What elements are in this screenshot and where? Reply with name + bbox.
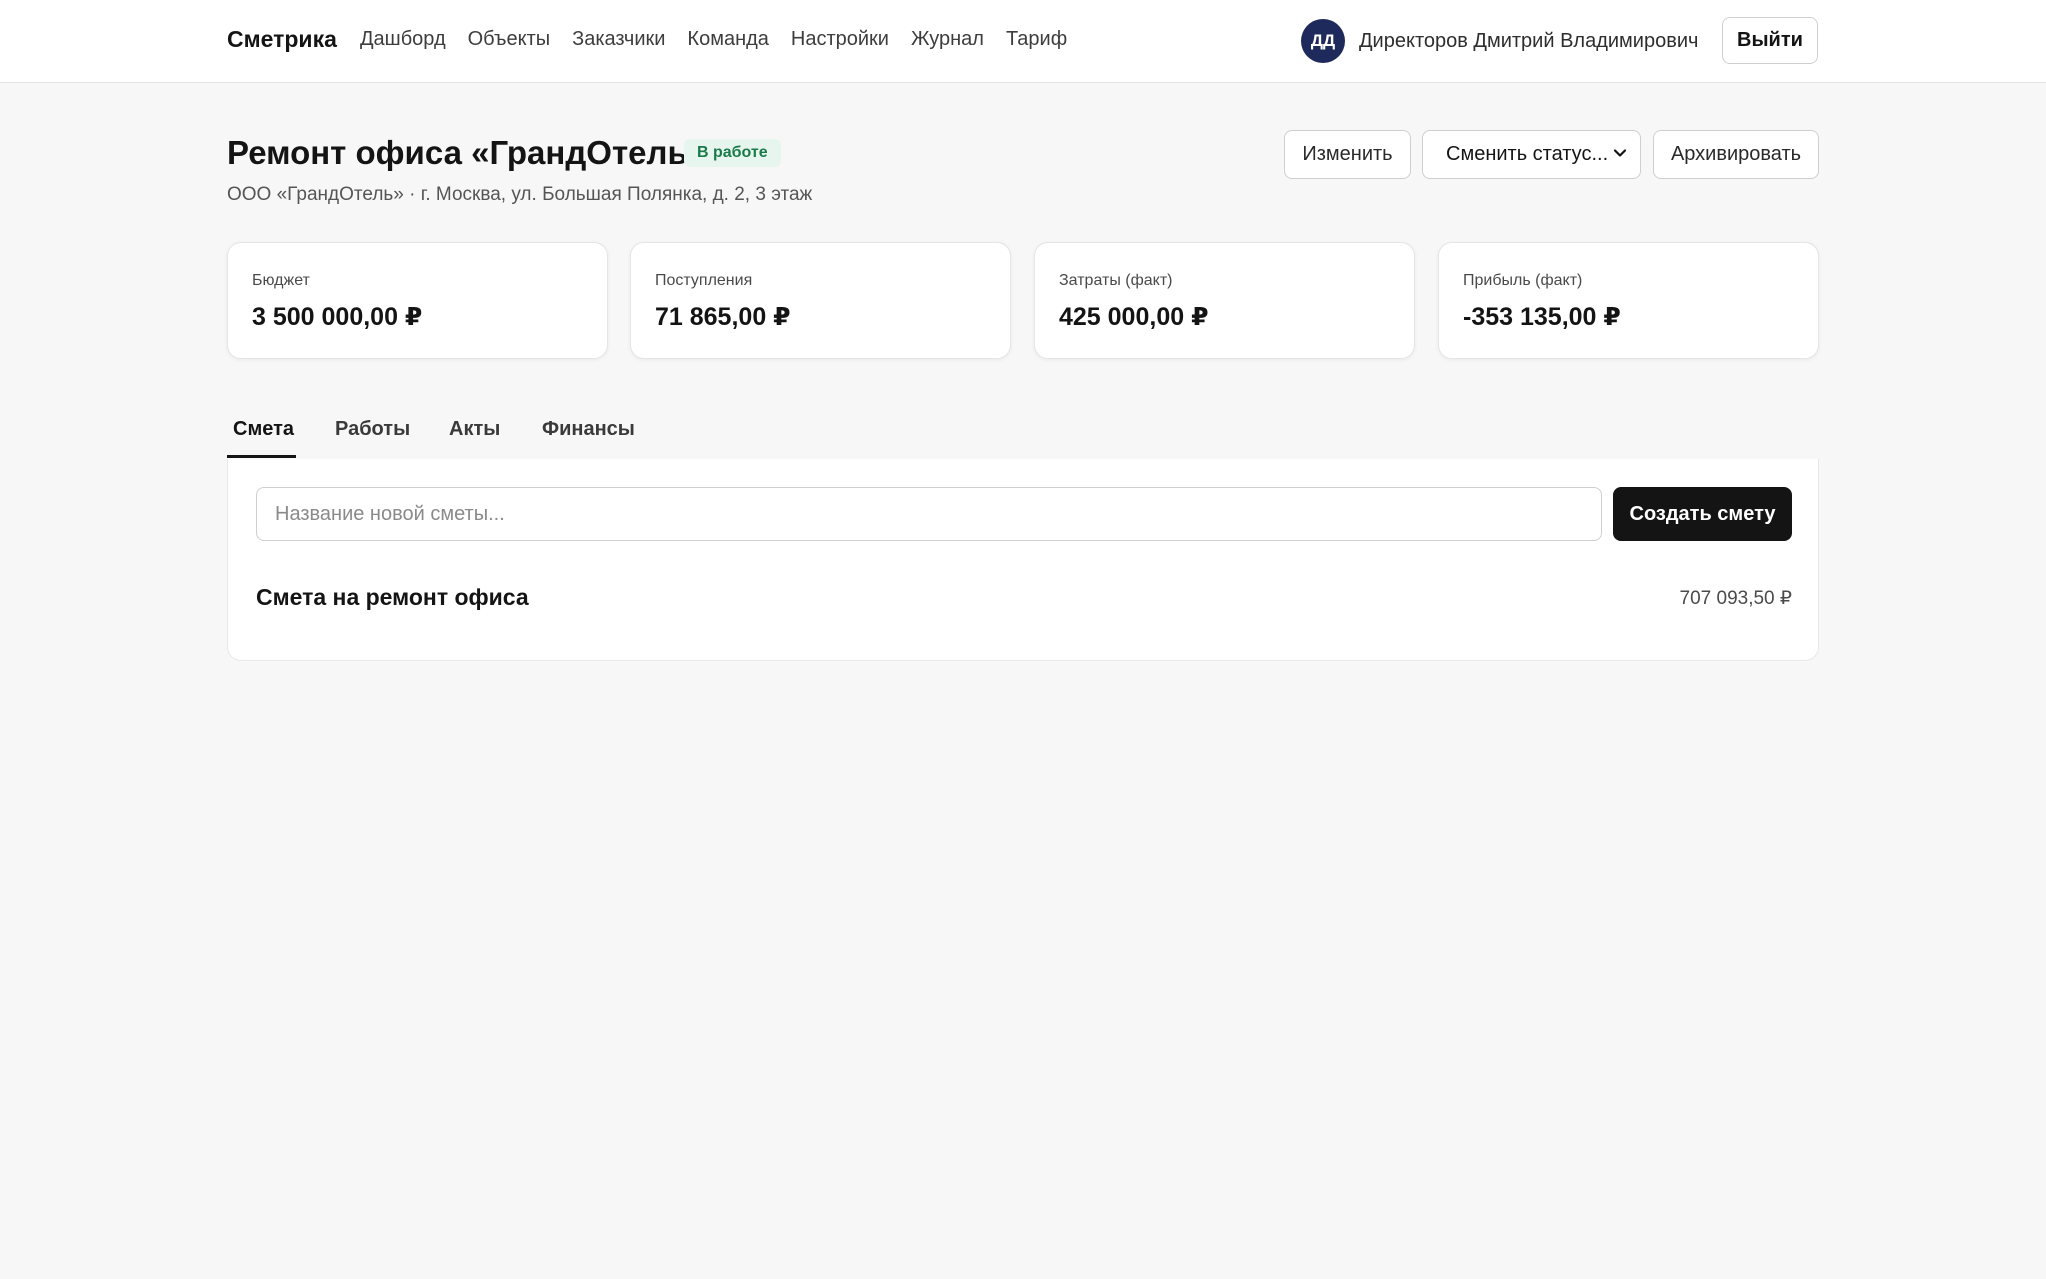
object-subtitle: ООО «ГрандОтель» · г. Москва, ул. Больша… (227, 184, 813, 205)
page-title: Ремонт офиса «ГрандОтель» (227, 134, 707, 171)
tab-finance[interactable]: Финансы (542, 418, 635, 441)
user-name: Директоров Дмитрий Владимирович (1359, 29, 1699, 52)
stat-card-budget: Бюджет 3 500 000,00 ₽ (227, 242, 608, 359)
logout-button[interactable]: Выйти (1722, 17, 1818, 64)
stat-card-expenses: Затраты (факт) 425 000,00 ₽ (1034, 242, 1415, 359)
active-tab-indicator (227, 455, 296, 458)
stat-value: 425 000,00 ₽ (1059, 303, 1209, 331)
nav-item-objects[interactable]: Объекты (468, 28, 550, 51)
stat-value: 71 865,00 ₽ (655, 303, 791, 331)
stat-label: Бюджет (252, 272, 310, 289)
create-estimate-button[interactable]: Создать смету (1613, 487, 1792, 541)
user-profile: ДД Директоров Дмитрий Владимирович (1301, 19, 1698, 63)
stat-label: Затраты (факт) (1059, 272, 1173, 289)
stat-card-income: Поступления 71 865,00 ₽ (630, 242, 1011, 359)
chevron-down-icon (1613, 149, 1627, 157)
nav-item-team[interactable]: Команда (687, 28, 768, 51)
status-badge: В работе (684, 139, 781, 167)
brand-logo[interactable]: Сметрика (227, 26, 337, 53)
estimate-total: 707 093,50 ₽ (1679, 588, 1792, 609)
status-select-label: Сменить статус... (1446, 143, 1609, 165)
stat-value: -353 135,00 ₽ (1463, 303, 1621, 331)
new-estimate-name-input[interactable] (256, 487, 1602, 541)
nav-item-tariff[interactable]: Тариф (1006, 28, 1067, 51)
stat-value: 3 500 000,00 ₽ (252, 303, 423, 331)
status-select[interactable]: Сменить статус... (1422, 130, 1641, 179)
tab-works[interactable]: Работы (335, 418, 410, 441)
stat-card-profit: Прибыль (факт) -353 135,00 ₽ (1438, 242, 1819, 359)
nav-item-settings[interactable]: Настройки (791, 28, 889, 51)
edit-button[interactable]: Изменить (1284, 130, 1411, 179)
list-item[interactable]: Смета на ремонт офиса 707 093,50 ₽ (256, 584, 1792, 624)
tab-estimate[interactable]: Смета (233, 418, 294, 441)
top-navigation: Сметрика Дашборд Объекты Заказчики Коман… (0, 0, 2046, 83)
estimate-name[interactable]: Смета на ремонт офиса (256, 584, 529, 611)
nav-item-dashboard[interactable]: Дашборд (360, 28, 446, 51)
object-tabs: Смета Работы Акты Финансы (227, 406, 1819, 459)
nav-item-journal[interactable]: Журнал (911, 28, 984, 51)
stat-label: Прибыль (факт) (1463, 272, 1583, 289)
stat-label: Поступления (655, 272, 753, 289)
nav-item-customers[interactable]: Заказчики (572, 28, 665, 51)
avatar: ДД (1301, 19, 1345, 63)
estimate-panel: Создать смету Смета на ремонт офиса 707 … (227, 459, 1819, 661)
main-nav: Дашборд Объекты Заказчики Команда Настро… (360, 28, 1089, 51)
archive-button[interactable]: Архивировать (1653, 130, 1819, 179)
tab-acts[interactable]: Акты (449, 418, 500, 441)
